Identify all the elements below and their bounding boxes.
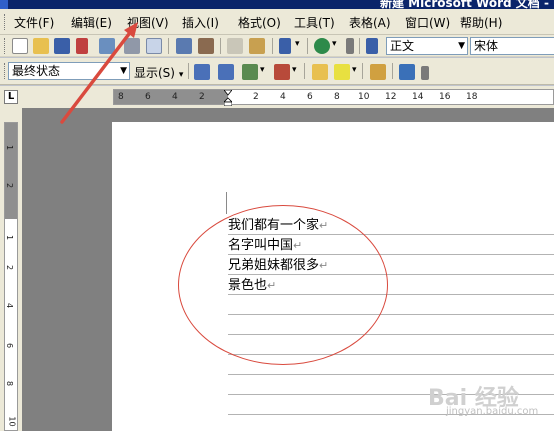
watermark-logo: Bai 经验 jingyan.baidu.com	[428, 380, 548, 428]
watermark-subtext: jingyan.baidu.com	[446, 406, 539, 417]
annotation-arrow-icon	[60, 22, 138, 124]
